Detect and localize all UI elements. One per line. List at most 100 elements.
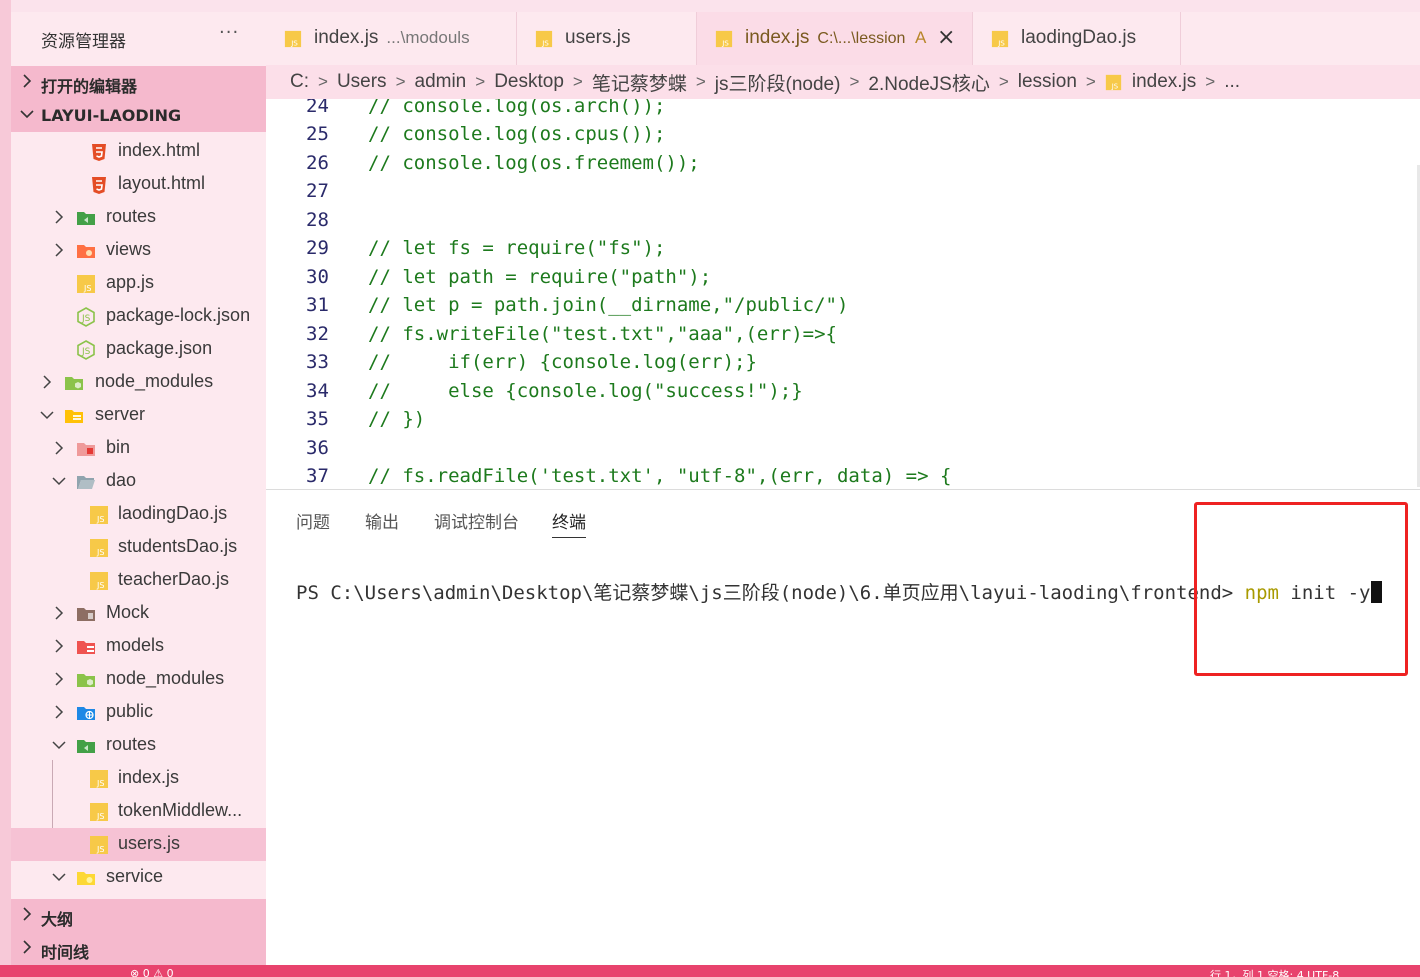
tree-item[interactable]: JS laodingDao.js xyxy=(11,498,266,531)
problems-count[interactable]: ⊗ 0 ⚠ 0 xyxy=(130,967,174,977)
chevron-down-icon xyxy=(52,741,66,750)
chevron-right-icon xyxy=(55,243,64,257)
tree-folder[interactable]: routes xyxy=(11,201,266,234)
chevron-right-icon: > xyxy=(1205,72,1216,91)
tree-item[interactable]: index.html xyxy=(11,135,266,168)
vscode-window: 资源管理器 ··· 打开的编辑器 LAYUI-LAODING index.htm… xyxy=(0,0,1420,977)
tree-folder[interactable]: node_modules xyxy=(11,366,266,399)
tab-index-js-modouls[interactable]: JS index.js ...\modouls xyxy=(266,12,517,65)
tree-item[interactable]: JS studentsDao.js xyxy=(11,531,266,564)
breadcrumb-item[interactable]: 笔记蔡梦蝶 xyxy=(592,69,687,96)
tree-folder[interactable]: public xyxy=(11,696,266,729)
js-file-icon: JS xyxy=(90,506,108,524)
breadcrumb-item[interactable]: 2.NodeJS核心 xyxy=(868,69,989,96)
svg-text:JS: JS xyxy=(541,38,549,47)
breadcrumb-item[interactable]: admin xyxy=(415,71,467,93)
tree-item[interactable]: JS app.js xyxy=(11,267,266,300)
nodejs-file-icon: JS xyxy=(77,340,95,360)
tree-item[interactable]: JS package.json xyxy=(11,333,266,366)
tree-item-label: bin xyxy=(106,437,131,457)
line-number: 29 xyxy=(306,237,329,259)
tab-problems[interactable]: 问题 xyxy=(296,508,330,533)
js-file-icon: JS xyxy=(1105,74,1122,90)
code-line: 32 // fs.writeFile("test.txt","aaa",(err)… xyxy=(266,323,1420,351)
code-text: // console.log(os.cpus()); xyxy=(368,123,666,145)
tree-folder[interactable]: dao xyxy=(11,465,266,498)
tab-debug-console[interactable]: 调试控制台 xyxy=(434,508,519,533)
terminal-cursor xyxy=(1370,581,1382,603)
editor-tabbar: JS index.js ...\modouls JS users.js JS in… xyxy=(266,12,1420,65)
svg-text:JS: JS xyxy=(81,314,91,324)
tree-item-label: node_modules xyxy=(95,371,214,391)
tree-folder[interactable]: models xyxy=(11,630,266,663)
line-number: 36 xyxy=(306,437,329,459)
section-timeline[interactable]: 时间线 xyxy=(11,932,266,965)
tab-index-js-lession[interactable]: JS index.js C:\...\lession A × xyxy=(697,12,973,65)
tree-folder[interactable]: routes xyxy=(11,729,266,762)
chevron-right-icon xyxy=(55,210,64,224)
tab-terminal[interactable]: 终端 xyxy=(552,508,586,538)
breadcrumb-item[interactable]: Users xyxy=(337,71,387,93)
section-project[interactable]: LAYUI-LAODING xyxy=(11,99,266,132)
section-outline[interactable]: 大纲 xyxy=(11,899,266,932)
tab-users-js[interactable]: JS users.js xyxy=(517,12,697,65)
cursor-position[interactable]: 行 1，列 1 空格: 4 UTF-8 xyxy=(1210,967,1339,977)
tree-folder[interactable]: bin xyxy=(11,432,266,465)
code-text: // let path = require("path"); xyxy=(368,266,712,288)
js-file-icon: JS xyxy=(991,30,1009,47)
tree-item[interactable]: JS package-lock.json xyxy=(11,300,266,333)
section-open-editors[interactable]: 打开的编辑器 xyxy=(11,66,266,99)
tree-item[interactable]: layout.html xyxy=(11,168,266,201)
breadcrumb-item[interactable]: index.js xyxy=(1132,71,1196,93)
breadcrumb-item[interactable]: ... xyxy=(1224,71,1240,93)
close-icon[interactable]: × xyxy=(937,25,955,50)
chevron-down-icon xyxy=(52,873,66,882)
breadcrumb-item[interactable]: js三阶段(node) xyxy=(715,69,841,96)
code-text: // else {console.log("success!");} xyxy=(368,380,803,402)
tree-item[interactable]: JS teacherDao.js xyxy=(11,564,266,597)
nodejs-file-icon: JS xyxy=(77,307,95,327)
js-file-icon: JS xyxy=(715,30,733,47)
tree-item-label: routes xyxy=(106,734,157,754)
code-text: // let fs = require("fs"); xyxy=(368,237,666,259)
js-file-icon: JS xyxy=(535,30,553,47)
tree-item-selected[interactable]: JS users.js xyxy=(11,828,266,861)
tab-output[interactable]: 输出 xyxy=(365,508,399,533)
tree-folder[interactable]: node_modules xyxy=(11,663,266,696)
chevron-right-icon: > xyxy=(849,72,860,91)
explorer-header: 资源管理器 ··· xyxy=(11,12,266,66)
tree-item[interactable]: JS index.js xyxy=(11,762,266,795)
server-folder-icon xyxy=(65,410,83,423)
chevron-right-icon: > xyxy=(695,72,706,91)
code-text: // if(err) {console.log(err);} xyxy=(368,351,757,373)
tree-item-label: public xyxy=(106,701,154,721)
line-number: 37 xyxy=(306,465,329,487)
line-number: 28 xyxy=(306,209,329,231)
breadcrumb-item[interactable]: lession xyxy=(1018,71,1077,93)
tree-item[interactable]: JS tokenMiddlew... xyxy=(11,795,266,828)
tree-folder[interactable]: server xyxy=(11,399,266,432)
tree-item-label: studentsDao.js xyxy=(118,536,238,556)
tree-folder[interactable]: Mock xyxy=(11,597,266,630)
code-text: // console.log(os.freemem()); xyxy=(368,152,700,174)
breadcrumb-item[interactable]: Desktop xyxy=(494,71,564,93)
chevron-right-icon xyxy=(55,606,64,620)
code-line: 34 // else {console.log("success!");} xyxy=(266,380,1420,408)
tree-folder[interactable]: service xyxy=(11,861,266,894)
tree-folder[interactable]: views xyxy=(11,234,266,267)
models-folder-icon xyxy=(77,641,95,654)
public-folder-icon xyxy=(77,707,95,720)
chevron-right-icon xyxy=(55,672,64,686)
js-file-icon: JS xyxy=(90,770,108,788)
tree-item-label: app.js xyxy=(106,272,155,292)
tab-laodingdao-js[interactable]: JS laodingDao.js xyxy=(973,12,1181,65)
code-editor[interactable]: 24 // console.log(os.arch()); 25 // consol… xyxy=(266,99,1420,489)
chevron-right-icon xyxy=(23,74,32,88)
tab-label: index.js ...\modouls xyxy=(314,27,470,49)
chevron-right-icon xyxy=(43,375,52,389)
routes-folder-icon xyxy=(77,212,95,225)
breadcrumb-item[interactable]: C: xyxy=(290,71,309,93)
svg-text:JS: JS xyxy=(997,38,1005,47)
more-actions-icon[interactable]: ··· xyxy=(219,22,239,43)
terminal-line[interactable]: PS C:\Users\admin\Desktop\笔记蔡梦蝶\js三阶段(no… xyxy=(296,578,1382,605)
